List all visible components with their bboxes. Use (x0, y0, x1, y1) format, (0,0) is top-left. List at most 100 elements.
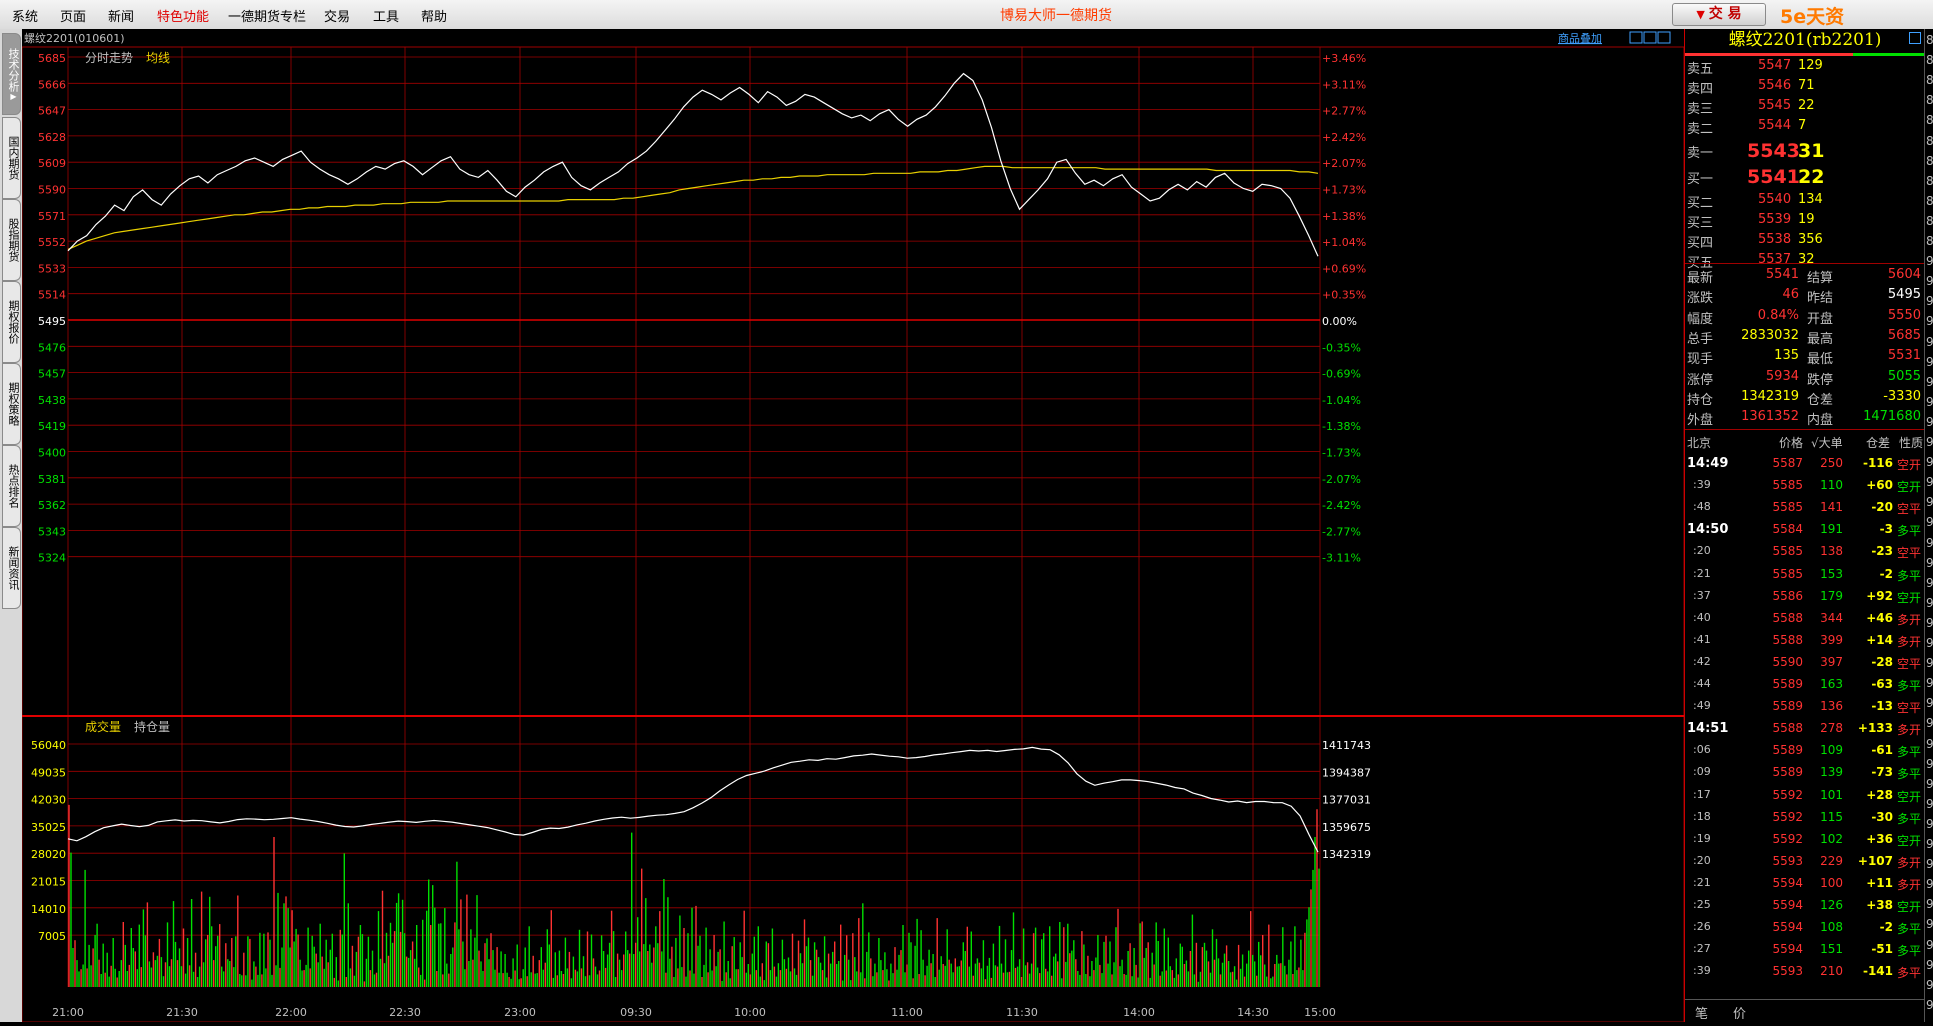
side-tab-news[interactable]: 新闻资讯 (2, 527, 21, 609)
tick-price: 5587 (1772, 456, 1803, 470)
tick-volume: 141 (1820, 500, 1843, 515)
tick-price: 5588 (1772, 721, 1803, 736)
tick-row[interactable]: 14:49 5587 250 -116 空开 (1685, 453, 1925, 475)
trade-button[interactable]: ▼ 交 易 (1672, 3, 1766, 26)
edge-digit: 9 (1926, 636, 1933, 650)
tick-oi-change: -23 (1871, 544, 1893, 559)
tick-time: :06 (1693, 743, 1711, 757)
edge-digit: 8 (1926, 173, 1933, 188)
panel-restore-icon[interactable] (1909, 32, 1921, 44)
book-price: 5544 (1758, 118, 1792, 133)
tick-row[interactable]: :19 5592 102 +36 空开 (1685, 829, 1925, 851)
trade-button-label: 交 易 (1708, 6, 1742, 22)
tick-nature: 多平 (1897, 944, 1922, 959)
stat-row: 最新 5541 结算 5604 (1685, 265, 1925, 286)
stat-label: 仓差 (1807, 392, 1834, 408)
menu-trade[interactable]: 交易 (324, 6, 350, 25)
tick-oi-change: -2 (1879, 920, 1893, 935)
side-tab-technical[interactable]: 技术分析▶ (2, 33, 21, 115)
price-tick: 5685 (38, 52, 66, 65)
tick-row[interactable]: :40 5588 344 +46 多开 (1685, 608, 1925, 630)
oi-tick: 1359675 (1322, 821, 1371, 834)
stat-value: 5685 (1887, 327, 1921, 343)
price-tick: 5324 (38, 552, 66, 565)
tick-row[interactable]: :39 5593 210 -141 多平 (1685, 961, 1925, 983)
tick-row[interactable]: :49 5589 136 -13 空平 (1685, 696, 1925, 718)
tick-volume: 153 (1820, 566, 1843, 581)
price-tick: 5666 (38, 78, 66, 91)
edge-digit: 9 (1926, 475, 1933, 490)
book-volume: 129 (1798, 58, 1823, 73)
tick-oi-change: +46 (1866, 610, 1893, 625)
tick-row[interactable]: :39 5585 110 +60 空开 (1685, 475, 1925, 497)
menu-help[interactable]: 帮助 (421, 6, 447, 25)
tick-row[interactable]: :20 5593 229 +107 多开 (1685, 851, 1925, 873)
tick-oi-change: -3 (1879, 522, 1893, 537)
stat-row: 涨跌 46 昨结 5495 (1685, 285, 1925, 306)
tick-price: 5586 (1772, 588, 1803, 603)
side-tab-index-futures[interactable]: 股指期货 (2, 199, 21, 281)
tick-row[interactable]: :37 5586 179 +92 空开 (1685, 586, 1925, 608)
tick-header-cell: √大单 (1811, 436, 1843, 450)
tick-row[interactable]: :06 5589 109 -61 多平 (1685, 740, 1925, 762)
tick-row[interactable]: 14:51 5588 278 +133 多开 (1685, 718, 1925, 740)
tick-row[interactable]: :26 5594 108 -2 多平 (1685, 917, 1925, 939)
menu-news[interactable]: 新闻 (108, 6, 134, 25)
tick-price: 5588 (1772, 632, 1803, 647)
book-level-label: 买三 (1687, 216, 1714, 231)
book-volume: 22 (1798, 166, 1825, 188)
price-tick: 5533 (38, 262, 66, 275)
edge-digit: 9 (1926, 274, 1933, 289)
tick-row[interactable]: :48 5585 141 -20 空平 (1685, 497, 1925, 519)
menu-yide-column[interactable]: 一德期货专栏 (228, 6, 306, 25)
tick-row[interactable]: :42 5590 397 -28 空平 (1685, 652, 1925, 674)
book-divider (1685, 263, 1925, 264)
menu-tools[interactable]: 工具 (373, 6, 399, 25)
intraday-chart-area[interactable]: 螺纹2201(010601) 商品叠加 分时走势 均线 5685 5666 5647… (21, 29, 1685, 1023)
book-price: 5539 (1758, 212, 1792, 227)
stat-value: 1342319 (1741, 388, 1799, 404)
tick-row[interactable]: :27 5594 151 -51 多平 (1685, 939, 1925, 961)
time-tick: 15:00 (1304, 1006, 1336, 1019)
price-tick: 5343 (38, 525, 66, 538)
stat-value: 135 (1774, 348, 1799, 364)
overlay-link[interactable]: 商品叠加 (1558, 31, 1602, 45)
menu-features[interactable]: 特色功能 (157, 6, 209, 25)
tick-price: 5593 (1772, 964, 1803, 979)
tick-row[interactable]: :41 5588 399 +14 多开 (1685, 630, 1925, 652)
tick-oi-change: +14 (1866, 632, 1893, 647)
side-tab-hot-ranking[interactable]: 热点排名 (2, 445, 21, 527)
tick-row[interactable]: :20 5585 138 -23 空平 (1685, 541, 1925, 563)
tick-oi-change: +38 (1866, 898, 1893, 912)
side-tab-domestic-futures[interactable]: 国内期货 (2, 117, 21, 199)
menu-bar: 系统 页面 新闻 特色功能 一德期货专栏 交易 工具 帮助 博易大师一德期货 ▼… (0, 0, 1933, 51)
tick-price: 5589 (1772, 765, 1803, 780)
stat-label: 最新 (1687, 271, 1714, 286)
tick-row[interactable]: :21 5585 153 -2 多平 (1685, 564, 1925, 586)
menu-system[interactable]: 系统 (12, 6, 38, 25)
edge-digit: 9 (1926, 877, 1933, 892)
tab-trades[interactable]: 笔 (1695, 1003, 1708, 1022)
tick-row[interactable]: :18 5592 115 -30 多平 (1685, 807, 1925, 829)
percent-tick: -1.73% (1322, 447, 1361, 460)
tick-volume: 139 (1820, 765, 1843, 780)
volume-tick: 42030 (31, 794, 66, 807)
menu-page[interactable]: 页面 (60, 6, 86, 25)
side-tab-options-quotes[interactable]: 期权报价 (2, 281, 21, 363)
tick-row[interactable]: :21 5594 100 +11 多开 (1685, 873, 1925, 895)
clipped-side-column: 8 8 8 8 8 8 8 8 8 8 8 9 9 9 9 9 9 9 9 9 9 9 9 9 9 9 9 9 9 9 9 9 9 9 9 9 9 9 9 9… (1924, 29, 1933, 1022)
side-tab-options-strategy[interactable]: 期权策略 (2, 363, 21, 445)
avg-legend: 均线 (146, 51, 170, 65)
tick-row[interactable]: :25 5594 126 +38 空开 (1685, 895, 1925, 917)
intraday-chart[interactable]: 螺纹2201(010601) 商品叠加 分时走势 均线 5685 5666 5647… (21, 29, 1685, 1023)
tick-row[interactable]: 14:50 5584 191 -3 多平 (1685, 519, 1925, 541)
tick-row[interactable]: :09 5589 139 -73 多平 (1685, 762, 1925, 784)
tick-time: :18 (1693, 809, 1711, 823)
percent-tick: +3.11% (1322, 78, 1366, 91)
tab-prices[interactable]: 价 (1733, 1003, 1746, 1022)
book-level-label: 卖五 (1687, 62, 1714, 77)
percent-tick: +3.46% (1322, 52, 1366, 65)
tick-row[interactable]: :17 5592 101 +28 空开 (1685, 785, 1925, 807)
tick-row[interactable]: :44 5589 163 -63 多平 (1685, 674, 1925, 696)
book-volume: 22 (1798, 98, 1815, 113)
